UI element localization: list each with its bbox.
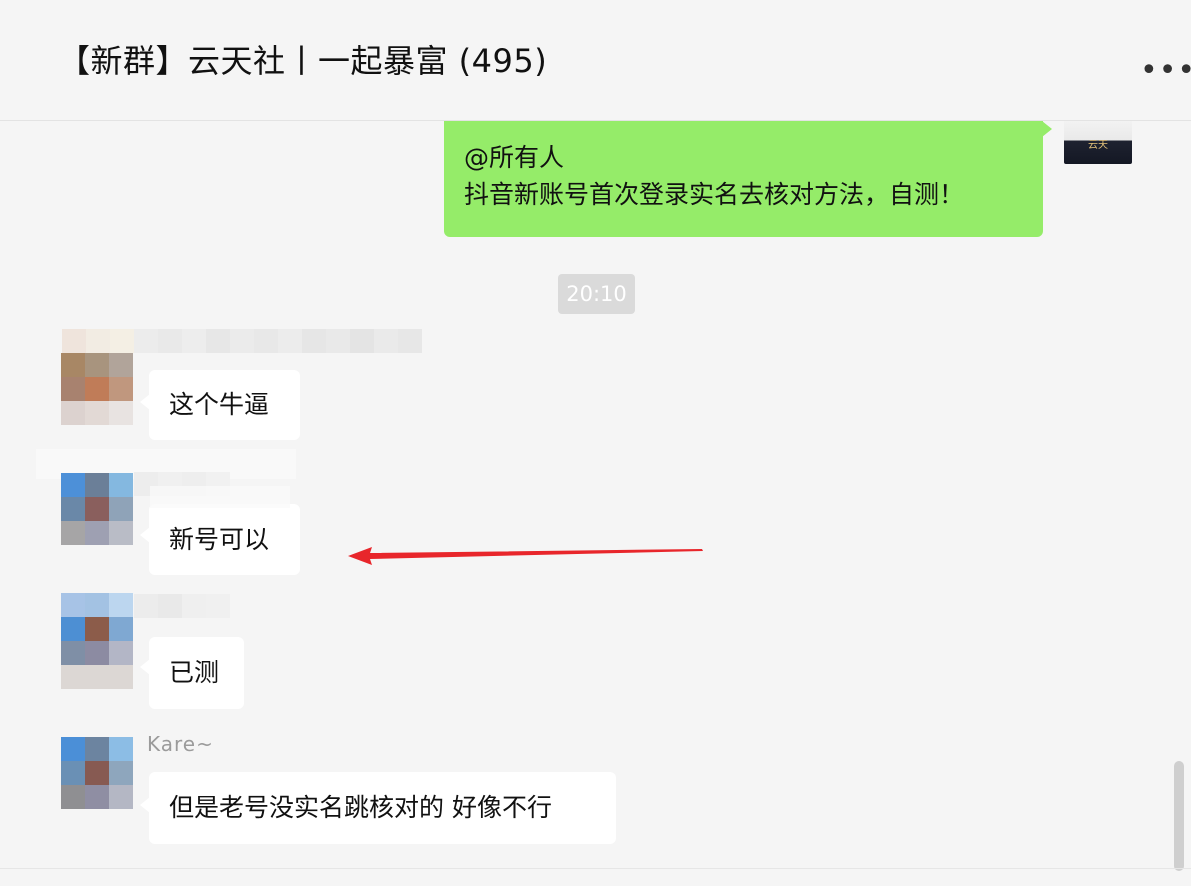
timestamp: 20:10 — [558, 274, 635, 314]
incoming-message-bubble[interactable]: 新号可以 — [149, 504, 300, 575]
bubble-tail — [1042, 121, 1052, 137]
scrollbar[interactable] — [1174, 761, 1184, 871]
sender-avatar[interactable] — [61, 737, 133, 809]
sender-avatar[interactable] — [61, 473, 133, 545]
sender-avatar[interactable] — [61, 353, 133, 425]
message-line: @所有人 — [464, 143, 565, 172]
incoming-message-bubble[interactable]: 这个牛逼 — [149, 370, 300, 440]
blur-smear — [61, 665, 133, 689]
chat-header: 【新群】云天社丨一起暴富 (495) ••• — [0, 0, 1191, 121]
sender-avatar[interactable] — [61, 593, 133, 665]
sender-name-blurred — [134, 594, 230, 618]
blur-smear — [150, 486, 290, 508]
divider — [0, 868, 1191, 869]
self-avatar[interactable]: 云天 — [1064, 121, 1132, 164]
sender-name-blurred — [62, 329, 422, 353]
message-list[interactable]: @所有人 抖音新账号首次登录实名去核对方法，自测！ 云天 20:10 这个牛逼 … — [0, 121, 1191, 886]
more-icon[interactable]: ••• — [1140, 56, 1191, 86]
red-arrow-annotation — [348, 547, 703, 565]
arrow-shape — [348, 547, 703, 565]
incoming-message-bubble[interactable]: 但是老号没实名跳核对的 好像不行 — [149, 772, 616, 844]
sender-name: Kare~ — [147, 732, 214, 756]
incoming-message-bubble[interactable]: 已测 — [149, 637, 244, 709]
avatar-logo-text: 云天 — [1088, 140, 1108, 151]
message-line: 抖音新账号首次登录实名去核对方法，自测！ — [464, 180, 965, 209]
outgoing-message-bubble[interactable]: @所有人 抖音新账号首次登录实名去核对方法，自测！ — [444, 121, 1043, 237]
chat-title: 【新群】云天社丨一起暴富 (495) — [58, 42, 548, 80]
